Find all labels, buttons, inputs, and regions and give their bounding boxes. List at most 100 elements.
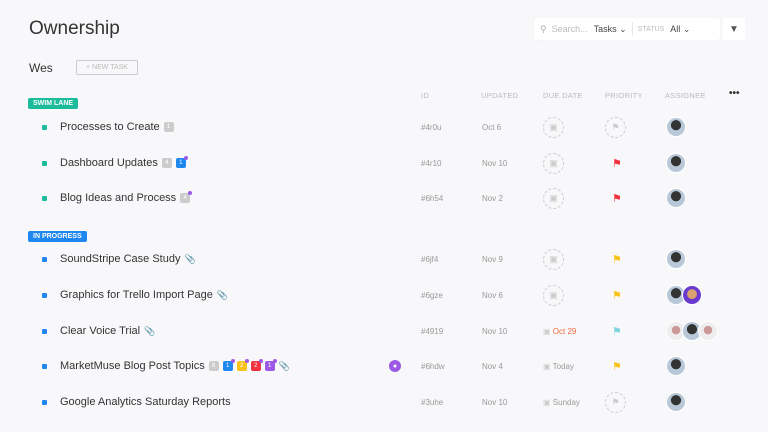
column-header-priority[interactable]: PRIORITY: [605, 91, 643, 100]
avatar[interactable]: [666, 153, 686, 173]
attachment-icon[interactable]: 📎: [184, 254, 195, 265]
avatar[interactable]: [682, 285, 702, 305]
due-date[interactable]: ▣ Today: [543, 362, 574, 371]
owner-name: Wes: [29, 61, 53, 75]
table-row[interactable]: Google Analytics Saturday Reports #3uhe …: [0, 385, 768, 419]
flag-icon[interactable]: ⚑: [605, 391, 626, 413]
task-id: #4r0u: [421, 122, 442, 132]
task-id: #3uhe: [421, 397, 444, 407]
table-row[interactable]: Graphics for Trello Import Page 📎 #6gze N…: [0, 278, 768, 312]
status-dot: [42, 160, 47, 166]
avatar[interactable]: [666, 392, 686, 412]
attachment-icon[interactable]: 📎: [144, 326, 155, 337]
calendar-icon[interactable]: ▣: [543, 116, 564, 138]
flag-icon[interactable]: ⚑: [605, 116, 626, 138]
avatar[interactable]: [666, 249, 686, 269]
calendar-icon[interactable]: ▣: [543, 284, 564, 306]
status-dropdown[interactable]: All ⌄: [670, 24, 690, 35]
table-row[interactable]: Dashboard Updates 4 1 #4r10 Nov 10 ▣ ⚑: [0, 146, 768, 180]
table-row[interactable]: Processes to Create 1 #4r0u Oct 6 ▣ ⚑: [0, 110, 768, 144]
task-name[interactable]: Google Analytics Saturday Reports: [60, 396, 231, 408]
calendar-icon: ▣: [543, 326, 553, 336]
subtask-badge[interactable]: 4: [161, 158, 172, 168]
flag-icon[interactable]: ⚑: [612, 360, 622, 373]
task-id: #4919: [421, 326, 444, 336]
checklist-badge[interactable]: 1: [264, 359, 277, 371]
status-value: All: [670, 23, 681, 34]
chevron-down-icon: ⌄: [619, 23, 627, 34]
filter-button[interactable]: ▼: [723, 18, 745, 40]
status-dot: [42, 195, 47, 201]
page-title: Ownership: [29, 18, 120, 39]
due-date-text: Today: [552, 361, 574, 371]
search-icon: ⚲: [540, 23, 547, 34]
task-name[interactable]: Blog Ideas and Process: [60, 192, 176, 204]
task-name[interactable]: Dashboard Updates: [60, 157, 158, 169]
calendar-icon: ▣: [543, 361, 553, 371]
status-dot: [42, 124, 47, 130]
group-badge-swim-lane: SWIM LANE: [28, 98, 79, 109]
table-row[interactable]: Blog Ideas and Process 4 #6h54 Nov 2 ▣ ⚑: [0, 181, 768, 215]
task-name[interactable]: Processes to Create: [60, 121, 160, 133]
task-name[interactable]: SoundStripe Case Study: [60, 253, 180, 265]
subtask-badge[interactable]: 6: [208, 361, 219, 371]
subtask-badge[interactable]: 1: [175, 156, 188, 168]
updated-date: Nov 10: [482, 326, 508, 336]
more-options-icon[interactable]: •••: [729, 88, 740, 99]
updated-date: Nov 6: [482, 290, 503, 300]
column-header-due-date[interactable]: DUE DATE: [543, 91, 583, 100]
task-name[interactable]: Graphics for Trello Import Page: [60, 289, 213, 301]
updated-date: Oct 6: [482, 122, 502, 132]
due-date-text: Sunday: [552, 397, 580, 407]
checklist-badge[interactable]: 2: [250, 359, 263, 371]
flag-icon[interactable]: ⚑: [612, 289, 622, 302]
column-header-id[interactable]: ID: [421, 91, 429, 100]
status-dot: [42, 292, 47, 298]
flag-icon[interactable]: ⚑: [612, 192, 622, 205]
avatar[interactable]: [666, 356, 686, 376]
column-header-assignee[interactable]: ASSIGNEE: [665, 91, 706, 100]
subtask-badge[interactable]: 4: [180, 191, 193, 203]
attachment-icon[interactable]: 📎: [217, 290, 228, 301]
task-id: #6gze: [421, 290, 443, 300]
table-row[interactable]: SoundStripe Case Study 📎 #6jf4 Nov 9 ▣ ⚑: [0, 242, 768, 276]
group-badge-in-progress: IN PROGRESS: [28, 231, 87, 242]
avatar[interactable]: [666, 188, 686, 208]
avatar[interactable]: [666, 117, 686, 137]
divider: [631, 22, 633, 36]
watcher-icon[interactable]: ●: [389, 360, 401, 372]
status-dot: [42, 399, 47, 405]
flag-icon[interactable]: ⚑: [612, 325, 622, 338]
calendar-icon: ▣: [543, 397, 553, 407]
calendar-icon[interactable]: ▣: [543, 152, 564, 174]
filter-icon: ▼: [729, 23, 739, 35]
due-date[interactable]: ▣ Sunday: [543, 398, 580, 407]
status-dot: [42, 363, 47, 369]
attachment-icon[interactable]: 📎: [279, 361, 290, 372]
updated-date: Nov 9: [482, 254, 503, 264]
new-task-button[interactable]: + NEW TASK: [76, 60, 138, 75]
updated-date: Nov 2: [482, 193, 503, 203]
checklist-badge[interactable]: 1: [222, 359, 235, 371]
status-dot: [42, 328, 47, 334]
due-date[interactable]: ▣ Oct 29: [543, 327, 576, 336]
status-label: STATUS: [637, 25, 665, 33]
column-header-updated[interactable]: UPDATED: [481, 91, 518, 100]
task-id: #6jf4: [421, 254, 439, 264]
table-row[interactable]: MarketMuse Blog Post Topics 6 1 2 2 1 📎 …: [0, 349, 768, 383]
table-row[interactable]: Clear Voice Trial 📎 #4919 Nov 10 ▣ Oct 29…: [0, 314, 768, 348]
avatar[interactable]: [698, 321, 718, 341]
flag-icon[interactable]: ⚑: [612, 253, 622, 266]
subtask-badge[interactable]: 1: [163, 122, 174, 132]
task-name[interactable]: Clear Voice Trial: [60, 325, 140, 337]
task-id: #4r10: [421, 158, 442, 168]
checklist-badge[interactable]: 2: [236, 359, 249, 371]
search-input[interactable]: Search...: [552, 24, 588, 34]
task-name[interactable]: MarketMuse Blog Post Topics: [60, 360, 205, 372]
flag-icon[interactable]: ⚑: [612, 157, 622, 170]
calendar-icon[interactable]: ▣: [543, 187, 564, 209]
calendar-icon[interactable]: ▣: [543, 248, 564, 270]
search-scope-dropdown[interactable]: Tasks ⌄: [594, 24, 627, 35]
updated-date: Nov 10: [482, 158, 508, 168]
task-id: #6hdw: [421, 361, 445, 371]
